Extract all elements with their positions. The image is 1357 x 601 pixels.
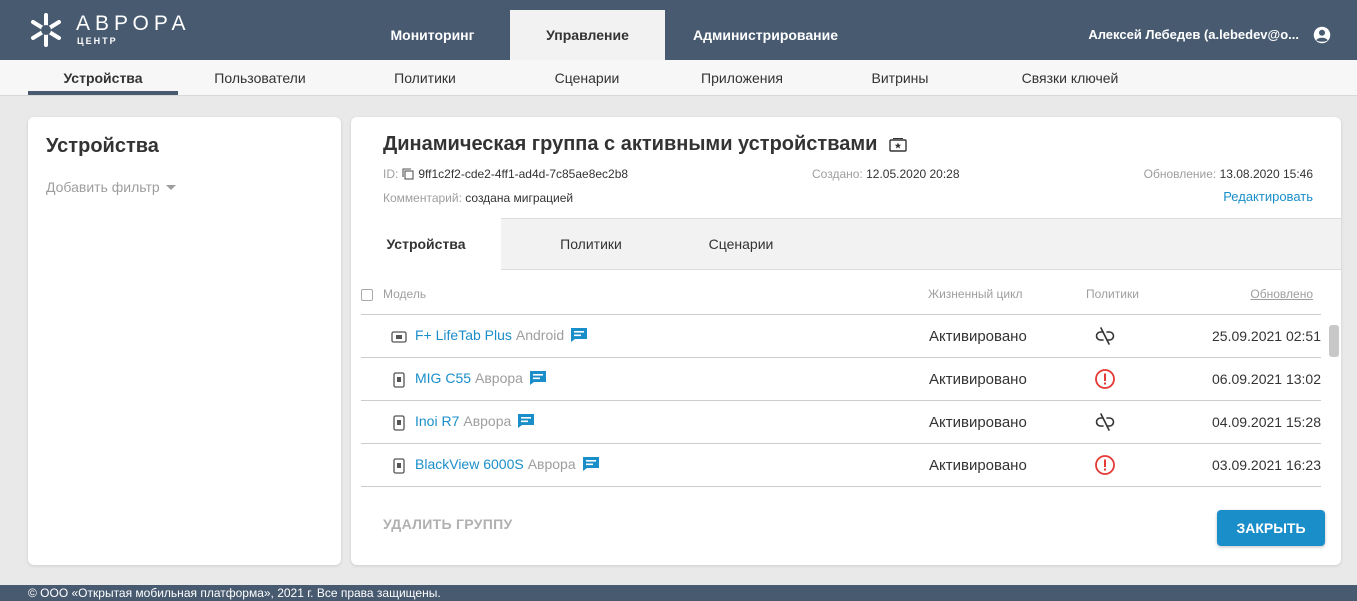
- account-circle-icon[interactable]: [1313, 26, 1331, 44]
- comment-icon[interactable]: [517, 413, 535, 429]
- footer-copyright: © ООО «Открытая мобильная платформа», 20…: [0, 585, 1357, 601]
- add-filter-label: Добавить фильтр: [46, 179, 160, 195]
- logo[interactable]: АВРОРА ЦЕНТР: [26, 10, 226, 50]
- device-os: Android: [515, 327, 565, 343]
- table-row[interactable]: Inoi R7 Аврора Активировано 04.09.2021 1…: [361, 401, 1321, 444]
- table-scrollbar[interactable]: [1329, 325, 1339, 357]
- phone-icon: [393, 415, 405, 431]
- filter-panel: Устройства Добавить фильтр: [28, 117, 341, 565]
- subnav-showcases[interactable]: Витрины: [840, 60, 960, 96]
- group-id: ID: 9ff1c2f2-cde2-4ff1-ad4d-7c85ae8ec2b8: [383, 167, 628, 181]
- created-label: Создано:: [812, 167, 863, 181]
- select-all-checkbox[interactable]: [361, 289, 373, 301]
- header-updated[interactable]: Обновлено: [1250, 287, 1313, 301]
- tablet-icon: [391, 331, 407, 343]
- updated-label: Обновление:: [1143, 167, 1217, 181]
- tab-scenarios[interactable]: Сценарии: [681, 218, 801, 271]
- user-name: Алексей Лебедев (a.lebedev@o...: [1088, 27, 1299, 42]
- subnav-users[interactable]: Пользователи: [190, 60, 330, 96]
- subnav-keychains[interactable]: Связки ключей: [1000, 60, 1140, 96]
- aurora-logo-icon: [26, 10, 66, 50]
- link-off-icon: [1095, 413, 1115, 431]
- group-details-panel: Динамическая группа с активными устройст…: [351, 117, 1341, 565]
- device-name[interactable]: F+ LifeTab Plus Android: [415, 327, 588, 343]
- group-created: Создано: 12.05.2020 20:28: [812, 167, 960, 181]
- comment-icon[interactable]: [582, 456, 600, 472]
- table-row[interactable]: BlackView 6000S Аврора Активировано 03.0…: [361, 444, 1321, 487]
- device-name[interactable]: Inoi R7 Аврора: [415, 413, 535, 429]
- user-menu[interactable]: Алексей Лебедев (a.lebedev@o...: [1088, 10, 1331, 60]
- table-row[interactable]: MIG C55 Аврора Активировано 06.09.2021 1…: [361, 358, 1321, 401]
- device-os: Аврора: [527, 456, 576, 472]
- brand-sub: ЦЕНТР: [77, 36, 118, 46]
- top-bar: АВРОРА ЦЕНТР Мониторинг Управление Админ…: [0, 0, 1357, 60]
- device-model[interactable]: F+ LifeTab Plus: [415, 327, 512, 343]
- device-os: Аврора: [475, 370, 523, 386]
- comment-label: Комментарий:: [383, 191, 462, 205]
- comment-icon[interactable]: [529, 370, 547, 386]
- device-model[interactable]: MIG C55: [415, 370, 471, 386]
- dynamic-group-icon: [889, 137, 908, 152]
- nav-administration[interactable]: Администрирование: [665, 10, 866, 60]
- subnav-applications[interactable]: Приложения: [672, 60, 812, 96]
- lifecycle-status: Активировано: [929, 371, 1027, 388]
- created-value: 12.05.2020 20:28: [866, 167, 960, 181]
- subnav-scenarios[interactable]: Сценарии: [517, 60, 657, 96]
- brand-name: АВРОРА: [76, 12, 191, 35]
- id-label: ID:: [383, 167, 399, 181]
- nav-management[interactable]: Управление: [510, 10, 665, 60]
- link-off-icon: [1095, 327, 1115, 345]
- comment-value: создана миграцией: [465, 191, 574, 205]
- phone-icon: [393, 372, 405, 388]
- updated-value: 13.08.2020 15:46: [1219, 167, 1313, 181]
- device-model[interactable]: BlackView 6000S: [415, 456, 524, 472]
- group-title-text: Динамическая группа с активными устройст…: [383, 133, 878, 155]
- device-model[interactable]: Inoi R7: [415, 413, 459, 429]
- subnav-policies[interactable]: Политики: [355, 60, 495, 96]
- updated-date: 06.09.2021 13:02: [1212, 371, 1321, 387]
- copy-icon[interactable]: [402, 168, 414, 180]
- device-os: Аврора: [463, 413, 512, 429]
- device-name[interactable]: BlackView 6000S Аврора: [415, 456, 600, 472]
- add-filter-dropdown[interactable]: Добавить фильтр: [46, 179, 176, 195]
- caret-down-icon: [165, 184, 176, 190]
- error-icon: [1095, 369, 1115, 389]
- phone-icon: [393, 458, 405, 474]
- id-value: 9ff1c2f2-cde2-4ff1-ad4d-7c85ae8ec2b8: [418, 167, 629, 181]
- lifecycle-status: Активировано: [929, 414, 1027, 431]
- comment-icon[interactable]: [570, 327, 588, 343]
- error-icon: [1095, 455, 1115, 475]
- updated-date: 04.09.2021 15:28: [1212, 414, 1321, 430]
- panel-title: Устройства: [46, 135, 159, 157]
- main-nav: Мониторинг Управление Администрирование: [355, 10, 866, 60]
- header-policies[interactable]: Политики: [1086, 287, 1139, 301]
- group-title: Динамическая группа с активными устройст…: [383, 133, 908, 156]
- device-name[interactable]: MIG C55 Аврора: [415, 370, 547, 386]
- tab-policies[interactable]: Политики: [501, 218, 681, 271]
- edit-link[interactable]: Редактировать: [1223, 189, 1313, 204]
- lifecycle-status: Активировано: [929, 328, 1027, 345]
- active-tab-indicator: [28, 91, 178, 95]
- table-row[interactable]: F+ LifeTab Plus Android Активировано 25.…: [361, 315, 1321, 358]
- header-lifecycle[interactable]: Жизненный цикл: [928, 287, 1022, 301]
- lifecycle-status: Активировано: [929, 457, 1027, 474]
- nav-monitoring[interactable]: Мониторинг: [355, 10, 510, 60]
- tab-devices[interactable]: Устройства: [351, 218, 501, 271]
- table-header: Модель Жизненный цикл Политики Обновлено: [361, 279, 1321, 315]
- close-button[interactable]: ЗАКРЫТЬ: [1217, 510, 1325, 546]
- delete-group-button[interactable]: УДАЛИТЬ ГРУППУ: [383, 516, 512, 532]
- header-model[interactable]: Модель: [383, 287, 426, 301]
- group-updated: Обновление: 13.08.2020 15:46: [1144, 167, 1313, 181]
- detail-tabs: Устройства Политики Сценарии: [351, 218, 1341, 271]
- updated-date: 03.09.2021 16:23: [1212, 457, 1321, 473]
- sub-nav: Устройства Пользователи Политики Сценари…: [0, 60, 1357, 96]
- group-comment: Комментарий: создана миграцией: [383, 191, 573, 205]
- updated-date: 25.09.2021 02:51: [1212, 328, 1321, 344]
